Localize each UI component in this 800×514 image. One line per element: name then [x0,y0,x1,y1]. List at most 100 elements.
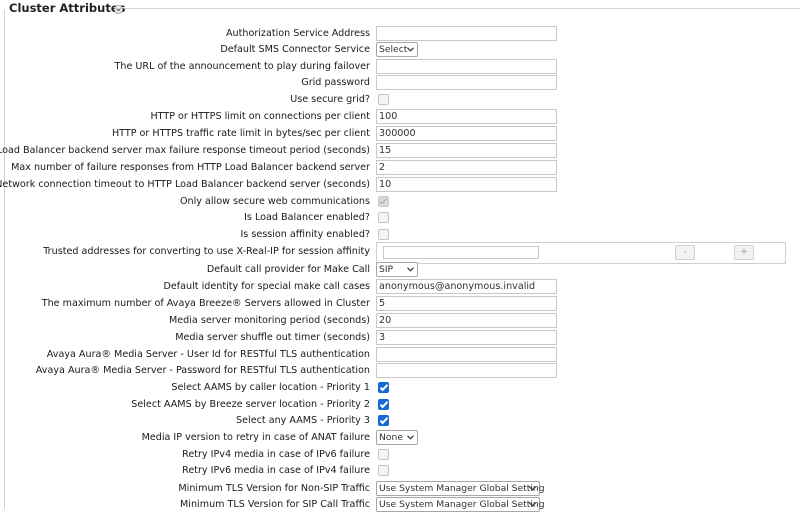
chevron-down-icon [529,502,536,507]
row-aams-password: Avaya Aura® Media Server - Password for … [0,363,800,380]
grid-password-label: Grid password [301,77,370,88]
default-call-provider-select[interactable]: SIP [376,262,418,277]
retry-ipv6-checkbox[interactable] [378,465,389,476]
remove-address-button[interactable]: - [675,245,695,260]
session-affinity-checkbox[interactable] [378,229,389,240]
min-tls-non-sip-label: Minimum TLS Version for Non-SIP Traffic [178,483,370,494]
row-http-rate-limit: HTTP or HTTPS traffic rate limit in byte… [0,126,800,143]
aams-user-id-input[interactable] [376,347,557,362]
min-tls-sip-call-select[interactable]: Use System Manager Global Setting [376,497,545,512]
media-shuffle-timer-input[interactable]: 3 [376,330,557,345]
default-sms-connector-label: Default SMS Connector Service [220,44,370,55]
auth-service-address-label: Authorization Service Address [225,28,370,39]
retry-ipv4-checkbox[interactable] [378,449,389,460]
default-identity-input[interactable]: anonymous@anonymous.invalid [376,279,557,294]
trusted-addresses-label: Trusted addresses for converting to use … [43,246,370,257]
row-min-tls-non-sip: Minimum TLS Version for Non-SIP Traffic … [0,481,800,498]
aams-any-label: Select any AAMS - Priority 3 [236,415,370,426]
min-tls-non-sip-select[interactable]: Use System Manager Global Setting [376,481,545,496]
section-divider [124,8,800,9]
row-default-call-provider: Default call provider for Make Call SIP [0,262,800,279]
aams-any-checkbox[interactable] [378,415,389,426]
aams-password-label: Avaya Aura® Media Server - Password for … [35,365,370,376]
media-shuffle-timer-label: Media server shuffle out timer (seconds) [175,332,370,343]
row-retry-ipv6: Retry IPv6 media in case of IPv4 failure [0,463,800,480]
trusted-addresses-input[interactable] [383,246,539,259]
trusted-addresses-panel: - + [376,242,786,264]
media-monitoring-period-label: Media server monitoring period (seconds) [168,315,370,326]
row-media-monitoring-period: Media server monitoring period (seconds)… [0,313,800,330]
use-secure-grid-label: Use secure grid? [290,94,370,105]
aams-breeze-location-label: Select AAMS by Breeze server location - … [131,399,370,410]
lb-max-failure-timeout-input[interactable]: 15 [376,143,557,158]
aams-password-input[interactable] [376,363,557,378]
announcement-url-label: The URL of the announcement to play duri… [114,61,370,72]
row-aams-caller-location: Select AAMS by caller location - Priorit… [0,380,800,397]
media-ip-version-value: None [379,432,403,443]
chevron-down-icon [407,267,414,272]
http-conn-limit-input[interactable]: 100 [376,109,557,124]
row-default-sms-connector: Default SMS Connector Service Select [0,42,800,59]
default-sms-connector-value: Select [379,44,408,55]
lb-max-failure-responses-input[interactable]: 2 [376,160,557,175]
row-trusted-addresses: Trusted addresses for converting to use … [0,242,800,264]
media-monitoring-period-input[interactable]: 20 [376,313,557,328]
retry-ipv6-label: Retry IPv6 media in case of IPv4 failure [182,465,370,476]
collapse-icon[interactable] [114,5,123,14]
session-affinity-label: Is session affinity enabled? [240,229,370,240]
row-default-identity: Default identity for special make call c… [0,279,800,296]
only-secure-web-label: Only allow secure web communications [179,196,370,207]
media-ip-version-label: Media IP version to retry in case of ANA… [141,432,370,443]
grid-password-input[interactable] [376,75,557,90]
lb-network-timeout-label: Network connection timeout to HTTP Load … [0,179,370,190]
auth-service-address-input[interactable] [376,26,557,41]
row-lb-max-failure-timeout: HTTP Load Balancer backend server max fa… [0,143,800,160]
only-secure-web-checkbox [378,196,389,207]
row-retry-ipv4: Retry IPv4 media in case of IPv6 failure [0,447,800,464]
min-tls-non-sip-value: Use System Manager Global Setting [379,483,545,494]
use-secure-grid-checkbox[interactable] [378,94,389,105]
row-media-shuffle-timer: Media server shuffle out timer (seconds)… [0,330,800,347]
min-tls-sip-call-value: Use System Manager Global Setting [379,499,545,510]
lb-enabled-checkbox[interactable] [378,212,389,223]
row-lb-enabled: Is Load Balancer enabled? [0,210,800,227]
section-header: Cluster Attributes [0,0,800,16]
default-call-provider-value: SIP [379,264,394,275]
row-aams-user-id: Avaya Aura® Media Server - User Id for R… [0,347,800,364]
row-max-breeze-servers: The maximum number of Avaya Breeze® Serv… [0,296,800,313]
row-lb-max-failure-responses: Max number of failure responses from HTT… [0,160,800,177]
announcement-url-input[interactable] [376,59,557,74]
row-use-secure-grid: Use secure grid? [0,92,800,109]
lb-network-timeout-input[interactable]: 10 [376,177,557,192]
row-grid-password: Grid password [0,75,800,92]
max-breeze-servers-input[interactable]: 5 [376,296,557,311]
lb-enabled-label: Is Load Balancer enabled? [244,212,370,223]
http-conn-limit-label: HTTP or HTTPS limit on connections per c… [150,111,370,122]
chevron-down-icon [407,47,414,52]
http-rate-limit-label: HTTP or HTTPS traffic rate limit in byte… [111,128,370,139]
row-media-ip-version: Media IP version to retry in case of ANA… [0,430,800,447]
row-aams-any: Select any AAMS - Priority 3 [0,413,800,430]
row-lb-network-timeout: Network connection timeout to HTTP Load … [0,177,800,194]
default-sms-connector-select[interactable]: Select [376,42,418,57]
aams-user-id-label: Avaya Aura® Media Server - User Id for R… [46,349,370,360]
retry-ipv4-label: Retry IPv4 media in case of IPv6 failure [182,449,370,460]
default-identity-label: Default identity for special make call c… [163,281,371,292]
media-ip-version-select[interactable]: None [376,430,418,445]
default-call-provider-label: Default call provider for Make Call [206,264,370,275]
add-address-button[interactable]: + [734,245,754,260]
row-announcement-url: The URL of the announcement to play duri… [0,59,800,76]
chevron-down-icon [407,435,414,440]
http-rate-limit-input[interactable]: 300000 [376,126,557,141]
row-min-tls-sip-call: Minimum TLS Version for SIP Call Traffic… [0,497,800,514]
aams-caller-location-checkbox[interactable] [378,382,389,393]
section-title: Cluster Attributes [9,1,126,15]
chevron-down-icon [529,486,536,491]
aams-breeze-location-checkbox[interactable] [378,399,389,410]
lb-max-failure-timeout-label: HTTP Load Balancer backend server max fa… [0,145,370,156]
row-aams-breeze-location: Select AAMS by Breeze server location - … [0,397,800,414]
row-auth-service-address: Authorization Service Address [0,26,800,43]
row-http-conn-limit: HTTP or HTTPS limit on connections per c… [0,109,800,126]
max-breeze-servers-label: The maximum number of Avaya Breeze® Serv… [41,298,370,309]
lb-max-failure-responses-label: Max number of failure responses from HTT… [11,162,370,173]
